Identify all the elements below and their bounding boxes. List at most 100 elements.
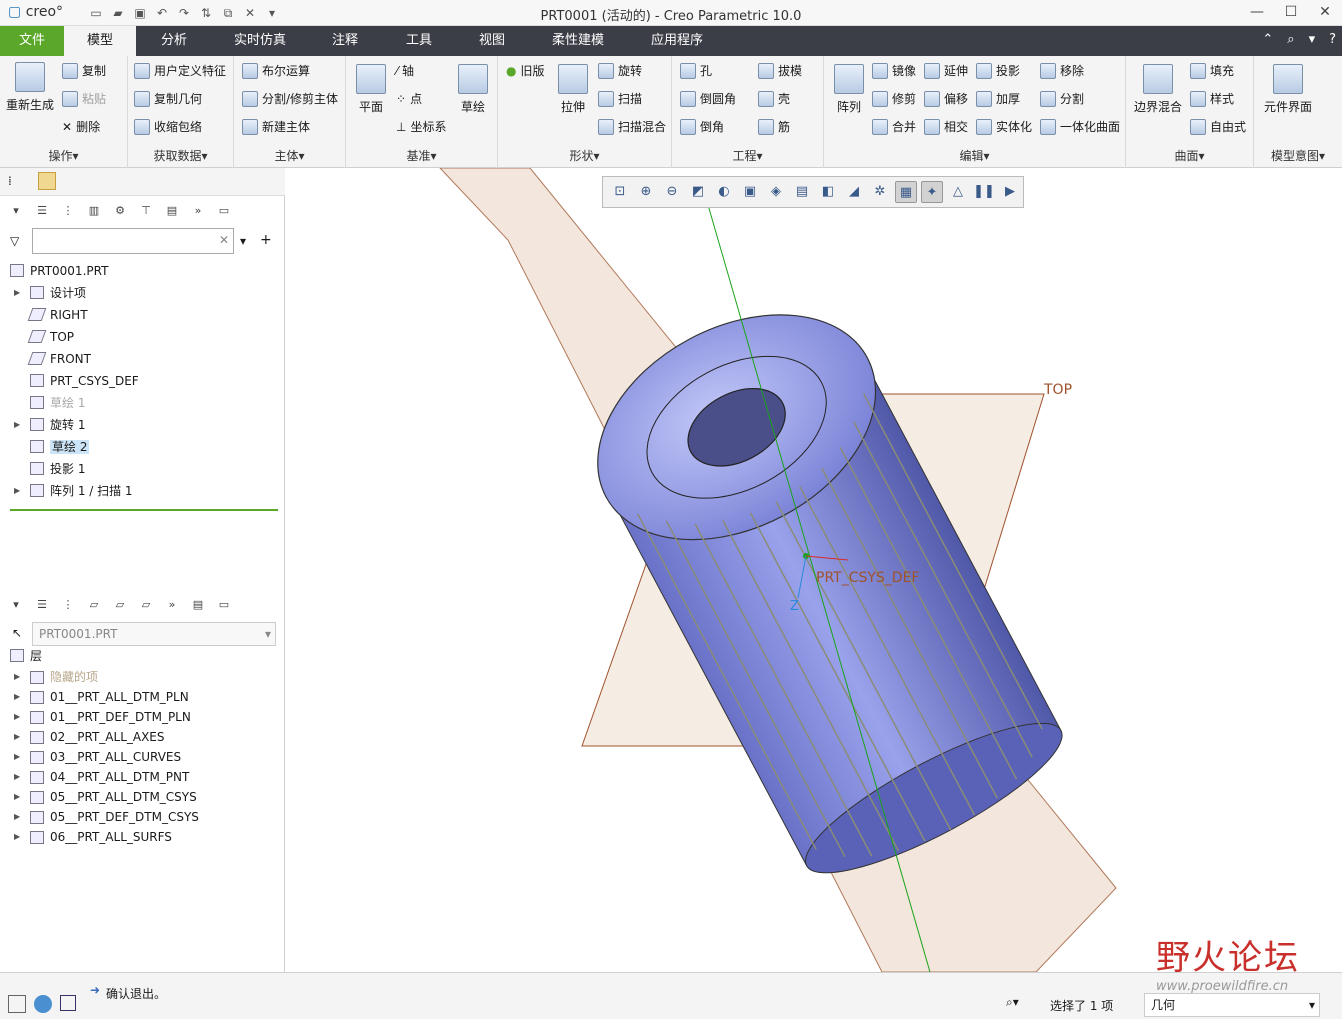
expand-arrow-icon[interactable]: ▶ bbox=[14, 282, 20, 304]
model-tree-tab-icon[interactable]: ⁞ bbox=[8, 174, 12, 188]
layer-item[interactable]: ▶ 06__PRT_ALL_SURFS bbox=[0, 827, 285, 847]
plane-button[interactable]: 平面 bbox=[356, 64, 386, 115]
tree-item-revolve-1[interactable]: ▶ 旋转 1 bbox=[0, 414, 285, 436]
expand-arrow-icon[interactable]: ▶ bbox=[14, 827, 20, 847]
thicken-button[interactable]: 加厚 bbox=[976, 90, 1020, 107]
layer-item[interactable]: ▶ 02__PRT_ALL_AXES bbox=[0, 727, 285, 747]
expand-arrow-icon[interactable]: ▶ bbox=[14, 807, 20, 827]
layer-item[interactable]: ▶ 05__PRT_DEF_DTM_CSYS bbox=[0, 807, 285, 827]
boundary-blend-button[interactable]: 边界混合 bbox=[1134, 64, 1182, 115]
properties-icon[interactable]: ▭ bbox=[216, 204, 232, 220]
browser-toggle-icon[interactable] bbox=[34, 995, 52, 1013]
mirror-button[interactable]: 镜像 bbox=[872, 62, 916, 79]
layer-expand-icon[interactable]: ⋮ bbox=[60, 598, 76, 614]
tree-item-design-items[interactable]: ▶ 设计项 bbox=[0, 282, 285, 304]
search-icon[interactable]: ⌕ bbox=[1287, 32, 1294, 47]
offset-button[interactable]: 偏移 bbox=[924, 90, 968, 107]
tree-item-sketch-1[interactable]: 草绘 1 bbox=[0, 392, 285, 414]
expand-arrow-icon[interactable]: ▶ bbox=[14, 767, 20, 787]
appearance-icon[interactable]: △ bbox=[947, 181, 969, 203]
collapse-ribbon-icon[interactable]: ⌃ bbox=[1262, 32, 1273, 47]
intersect-button[interactable]: 相交 bbox=[924, 118, 968, 135]
legacy-button[interactable]: ● 旧版 bbox=[506, 62, 545, 79]
datum-display-icon[interactable]: ✲ bbox=[869, 181, 891, 203]
solidify-button[interactable]: 实体化 bbox=[976, 118, 1032, 135]
layer-item[interactable]: ▶ 01__PRT_ALL_DTM_PLN bbox=[0, 687, 285, 707]
split-button[interactable]: 分割 bbox=[1040, 90, 1084, 107]
layer-header[interactable]: 层 bbox=[0, 645, 285, 667]
cap-icon[interactable]: ▾ bbox=[1309, 32, 1316, 47]
exit-icon[interactable]: ▶ bbox=[999, 181, 1021, 203]
layer-new-icon[interactable]: ▱ bbox=[86, 598, 102, 614]
expand-arrow-icon[interactable]: ▶ bbox=[14, 707, 20, 727]
trim-button[interactable]: 修剪 bbox=[872, 90, 916, 107]
repaint-icon[interactable]: ◩ bbox=[687, 181, 709, 203]
tab-simulation[interactable]: 实时仿真 bbox=[222, 26, 298, 56]
insert-here-line[interactable] bbox=[10, 509, 278, 511]
tree-filters-icon[interactable]: ⊤ bbox=[138, 204, 154, 220]
axis-button[interactable]: ⁄ 轴 bbox=[396, 62, 414, 79]
point-button[interactable]: ⁘ 点 bbox=[396, 90, 422, 107]
layer-item[interactable]: ▶ 05__PRT_ALL_DTM_CSYS bbox=[0, 787, 285, 807]
hole-button[interactable]: 孔 bbox=[680, 62, 712, 79]
more-icon[interactable]: » bbox=[190, 204, 206, 220]
pause-icon[interactable]: ❚❚ bbox=[973, 181, 995, 203]
paste-button[interactable]: 粘贴 bbox=[62, 90, 106, 107]
revolve-button[interactable]: 旋转 bbox=[598, 62, 642, 79]
tab-annotate[interactable]: 注释 bbox=[314, 26, 376, 56]
layer-hide-icon[interactable]: ▱ bbox=[112, 598, 128, 614]
group-label-get-data[interactable]: 获取数据▾ bbox=[128, 147, 233, 164]
project-button[interactable]: 投影 bbox=[976, 62, 1020, 79]
view-manager-2-icon[interactable]: ▤ bbox=[791, 181, 813, 203]
filter-dropdown-icon[interactable]: ▾ bbox=[240, 234, 246, 248]
layer-item[interactable]: ▶ 04__PRT_ALL_DTM_PNT bbox=[0, 767, 285, 787]
draft-button[interactable]: 拔模 bbox=[758, 62, 802, 79]
layer-item-hidden[interactable]: ▶ 隐藏的项 bbox=[0, 667, 285, 687]
layer-more-icon[interactable]: » bbox=[164, 598, 180, 614]
round-button[interactable]: 倒圆角 bbox=[680, 90, 736, 107]
settings-icon[interactable]: ⚙ bbox=[112, 204, 128, 220]
fill-button[interactable]: 填充 bbox=[1190, 62, 1234, 79]
zoom-in-icon[interactable]: ⊕ bbox=[635, 181, 657, 203]
copy-button[interactable]: 复制 bbox=[62, 62, 106, 79]
new-body-button[interactable]: 新建主体 bbox=[242, 118, 310, 135]
graphics-window[interactable]: TOP PRT_CSYS_DEF Z ⊡ ⊕ ⊖ ◩ ◐ ▣ ◈ ▤ ◧ ◢ ✲… bbox=[286, 168, 1342, 972]
unify-surface-button[interactable]: 一体化曲面 bbox=[1040, 118, 1120, 135]
freestyle-button[interactable]: 自由式 bbox=[1190, 118, 1246, 135]
section-icon[interactable]: ◢ bbox=[843, 181, 865, 203]
folder-browser-tab-icon[interactable] bbox=[38, 172, 56, 190]
spin-center-icon[interactable]: ✦ bbox=[921, 181, 943, 203]
tab-analysis[interactable]: 分析 bbox=[142, 26, 206, 56]
tab-model[interactable]: 模型 bbox=[64, 26, 136, 56]
tree-item-front[interactable]: FRONT bbox=[0, 348, 285, 370]
tree-columns-icon[interactable]: ▤ bbox=[164, 204, 180, 220]
group-label-model-intent[interactable]: 模型意图▾ bbox=[1254, 147, 1342, 164]
shell-button[interactable]: 壳 bbox=[758, 90, 790, 107]
navigator-toggle-icon[interactable] bbox=[8, 995, 26, 1013]
annotation-display-icon[interactable]: ▦ bbox=[895, 181, 917, 203]
tree-item-project-1[interactable]: 投影 1 bbox=[0, 458, 285, 480]
expand-arrow-icon[interactable]: ▶ bbox=[14, 414, 20, 436]
model-tree-menu-icon[interactable]: ▾ bbox=[8, 204, 24, 220]
tree-item-pattern-1[interactable]: ▶ 阵列 1 / 扫描 1 bbox=[0, 480, 285, 502]
remove-button[interactable]: 移除 bbox=[1040, 62, 1084, 79]
tab-applications[interactable]: 应用程序 bbox=[636, 26, 718, 56]
layer-properties-icon[interactable]: ▤ bbox=[190, 598, 206, 614]
copy-geometry-button[interactable]: 复制几何 bbox=[134, 90, 202, 107]
perspective-icon[interactable]: ◧ bbox=[817, 181, 839, 203]
tree-item-csys[interactable]: PRT_CSYS_DEF bbox=[0, 370, 285, 392]
clear-filter-icon[interactable]: ✕ bbox=[219, 233, 229, 247]
add-filter-icon[interactable]: + bbox=[260, 232, 272, 248]
sweep-button[interactable]: 扫描 bbox=[598, 90, 642, 107]
rib-button[interactable]: 筋 bbox=[758, 118, 790, 135]
expand-arrow-icon[interactable]: ▶ bbox=[14, 787, 20, 807]
tab-tools[interactable]: 工具 bbox=[388, 26, 450, 56]
split-body-button[interactable]: 分割/修剪主体 bbox=[242, 90, 338, 107]
group-label-body[interactable]: 主体▾ bbox=[234, 147, 345, 164]
style-button[interactable]: 样式 bbox=[1190, 90, 1234, 107]
layer-item[interactable]: ▶ 01__PRT_DEF_DTM_PLN bbox=[0, 707, 285, 727]
expand-arrow-icon[interactable]: ▶ bbox=[14, 687, 20, 707]
regenerate-button[interactable]: 重新生成 bbox=[6, 62, 54, 113]
minimize-button[interactable]: — bbox=[1240, 0, 1274, 26]
udf-button[interactable]: 用户定义特征 bbox=[134, 62, 226, 79]
